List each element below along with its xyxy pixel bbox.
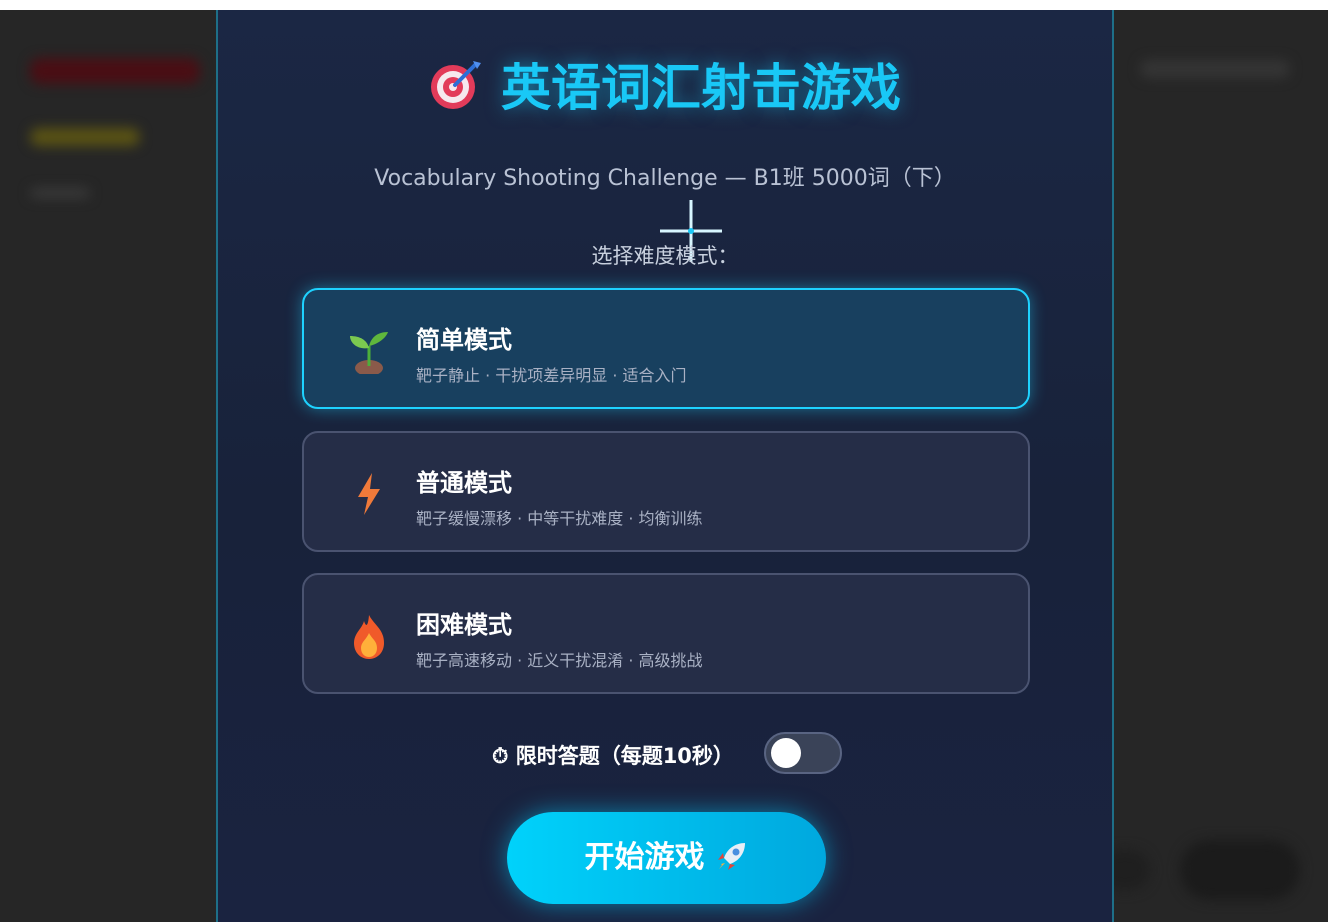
mode-card-easy[interactable]: 简单模式 靶子静止 · 干扰项差异明显 · 适合入门 [302, 288, 1030, 409]
mode-card-normal[interactable]: 普通模式 靶子缓慢漂移 · 中等干扰难度 · 均衡训练 [302, 431, 1030, 552]
timer-toggle[interactable] [764, 732, 842, 774]
start-game-button[interactable]: 开始游戏 [507, 812, 826, 904]
start-game-label: 开始游戏 [584, 840, 705, 875]
mode-name: 困难模式 [416, 611, 512, 639]
blurred-header-right [1140, 60, 1290, 78]
timer-option: ⏱ 限时答题（每题10秒） [218, 732, 1112, 776]
mode-name: 简单模式 [416, 326, 512, 354]
game-title-text: 英语词汇射击游戏 [501, 59, 901, 117]
mode-description: 靶子缓慢漂移 · 中等干扰难度 · 均衡训练 [416, 509, 703, 528]
window-top-strip [0, 0, 1328, 10]
game-start-modal: 英语词汇射击游戏 Vocabulary Shooting Challenge —… [216, 10, 1114, 922]
fire-icon [354, 615, 384, 659]
mode-description: 靶子静止 · 干扰项差异明显 · 适合入门 [416, 366, 687, 385]
game-title: 英语词汇射击游戏 [218, 48, 1112, 123]
seedling-icon [350, 332, 388, 374]
blurred-heading [30, 58, 200, 84]
lightning-icon [358, 473, 380, 515]
target-icon [429, 57, 483, 123]
timer-label: ⏱ 限时答题（每题10秒） [492, 744, 734, 768]
game-subtitle: Vocabulary Shooting Challenge — B1班 5000… [374, 166, 956, 191]
mode-description: 靶子高速移动 · 近义干扰混淆 · 高级挑战 [416, 651, 703, 670]
mode-card-hard[interactable]: 困难模式 靶子高速移动 · 近义干扰混淆 · 高级挑战 [302, 573, 1030, 694]
difficulty-prompt: 选择难度模式： [591, 244, 739, 268]
toggle-knob [771, 738, 801, 768]
blurred-button [1180, 840, 1300, 900]
mode-name: 普通模式 [416, 469, 512, 497]
blurred-badge [30, 128, 140, 146]
blurred-text [30, 188, 90, 198]
rocket-icon [715, 818, 749, 910]
